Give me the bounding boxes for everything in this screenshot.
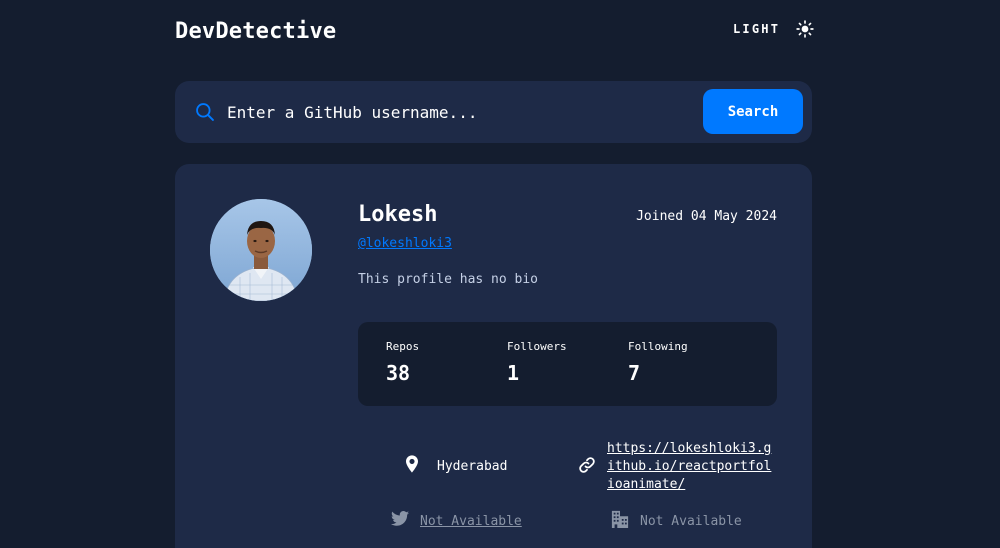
app-title: DevDetective xyxy=(175,19,337,44)
stat-label: Followers xyxy=(507,340,567,353)
search-icon xyxy=(196,103,214,121)
stat-following: Following 7 xyxy=(628,340,688,385)
location-pin-icon xyxy=(406,455,418,473)
location-text: Hyderabad xyxy=(437,459,508,474)
stat-repos: Repos 38 xyxy=(386,340,419,385)
info-twitter: Not Available xyxy=(391,511,522,531)
info-location: Hyderabad xyxy=(406,455,507,476)
stats-panel: Repos 38 Followers 1 Following 7 xyxy=(358,322,777,406)
website-line: ithub.io/reactportfol xyxy=(607,459,772,474)
company-text: Not Available xyxy=(640,514,742,529)
sun-icon xyxy=(796,20,814,38)
avatar xyxy=(210,199,312,301)
stat-label: Repos xyxy=(386,340,420,353)
stat-value: 7 xyxy=(628,361,641,385)
stat-followers: Followers 1 xyxy=(507,340,567,385)
search-button[interactable]: Search xyxy=(703,89,803,134)
theme-label: LIGHT xyxy=(733,22,781,36)
website-line: https://lokeshloki3.g xyxy=(607,441,772,456)
twitter-icon xyxy=(391,511,409,526)
profile-login-link[interactable]: @lokeshloki3 xyxy=(358,236,452,251)
website-link[interactable]: https://lokeshloki3.g ithub.io/reactport… xyxy=(607,440,771,494)
avatar-image xyxy=(210,199,312,301)
stat-value: 38 xyxy=(386,361,411,385)
joined-date: Joined 04 May 2024 xyxy=(636,209,777,224)
website-line: ioanimate/ xyxy=(607,477,686,492)
search-input[interactable] xyxy=(227,95,697,129)
profile-name: Lokesh xyxy=(358,202,438,227)
app: DevDetective LIGHT Search xyxy=(0,0,1000,548)
link-icon xyxy=(579,457,595,473)
search-bar: Search xyxy=(175,81,812,143)
info-website: https://lokeshloki3.g ithub.io/reactport… xyxy=(578,440,771,494)
info-company: Not Available xyxy=(611,510,742,531)
theme-toggle[interactable]: LIGHT xyxy=(733,20,814,38)
profile-card: Lokesh Joined 04 May 2024 @lokeshloki3 T… xyxy=(175,164,812,548)
twitter-link[interactable]: Not Available xyxy=(420,513,522,531)
stat-label: Following xyxy=(628,340,688,353)
stat-value: 1 xyxy=(507,361,520,385)
profile-bio: This profile has no bio xyxy=(358,272,539,287)
building-icon xyxy=(611,510,629,528)
